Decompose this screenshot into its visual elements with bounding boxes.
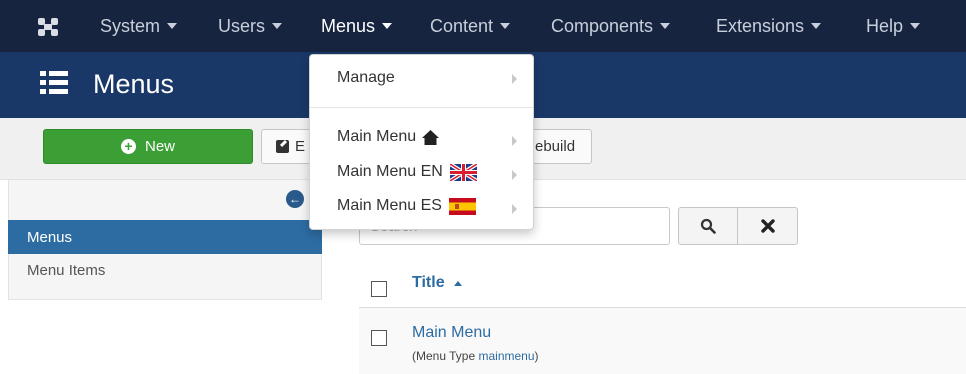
row-title-link[interactable]: Main Menu: [412, 324, 491, 342]
rebuild-button-label: ebuild: [535, 138, 576, 155]
sidebar-item-label: Menus: [27, 228, 73, 246]
nav-users[interactable]: Users: [218, 0, 283, 52]
search-button[interactable]: [678, 207, 738, 245]
dropdown-item-manage[interactable]: Manage: [337, 69, 395, 87]
caret-down-icon: [910, 23, 921, 29]
chevron-right-icon: [512, 74, 517, 84]
new-button[interactable]: + New: [43, 129, 253, 164]
collapse-sidebar-icon[interactable]: ←: [286, 190, 304, 208]
close-icon: [760, 219, 775, 233]
caret-down-icon: [272, 23, 283, 29]
list-icon: [40, 71, 68, 95]
row-checkbox[interactable]: [371, 330, 387, 346]
sort-ascending-icon: [453, 280, 462, 286]
spain-flag-icon: [448, 197, 476, 215]
clear-button[interactable]: [737, 207, 798, 245]
chevron-right-icon: [512, 204, 517, 214]
caret-down-icon: [500, 23, 511, 29]
new-button-label: New: [144, 138, 175, 155]
caret-down-icon: [167, 23, 178, 29]
page-title: Menus: [93, 69, 175, 99]
sidebar-item-menus[interactable]: Menus: [8, 220, 322, 254]
edit-button-label: E: [295, 138, 306, 155]
home-icon: [422, 129, 440, 145]
row-menu-type: (Menu Type mainmenu): [412, 349, 539, 363]
plus-circle-icon: +: [120, 139, 136, 154]
nav-extensions[interactable]: Extensions: [716, 0, 822, 52]
sidebar-item-menu-items[interactable]: Menu Items: [27, 262, 105, 279]
select-all-checkbox[interactable]: [371, 281, 387, 297]
nav-components[interactable]: Components: [551, 0, 671, 52]
dropdown-item-main-menu-en[interactable]: Main Menu EN: [337, 163, 477, 181]
chevron-right-icon: [512, 170, 517, 180]
uk-flag-icon: [449, 163, 477, 181]
nav-content[interactable]: Content: [430, 0, 511, 52]
joomla-logo-icon[interactable]: [36, 16, 60, 38]
dropdown-item-main-menu-es[interactable]: Main Menu ES: [337, 197, 476, 215]
dropdown-divider: [310, 107, 533, 108]
caret-down-icon: [382, 23, 393, 29]
nav-menus[interactable]: Menus: [321, 0, 393, 52]
nav-system[interactable]: System: [100, 0, 178, 52]
caret-down-icon: [811, 23, 822, 29]
dropdown-item-main-menu[interactable]: Main Menu: [337, 128, 440, 146]
chevron-right-icon: [512, 136, 517, 146]
column-header-title[interactable]: Title: [412, 274, 462, 292]
edit-icon: [276, 140, 289, 153]
caret-down-icon: [660, 23, 671, 29]
search-icon: [700, 218, 716, 234]
nav-help[interactable]: Help: [866, 0, 921, 52]
